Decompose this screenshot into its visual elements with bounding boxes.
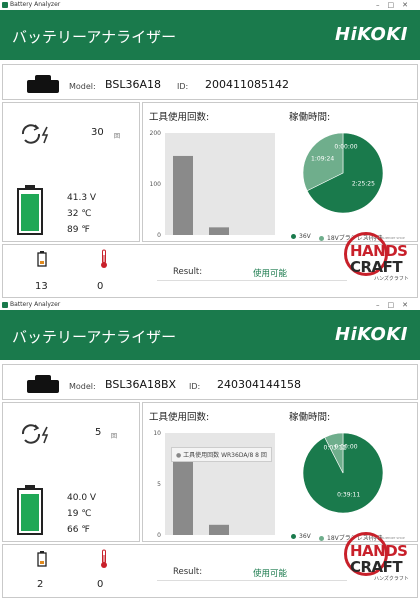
result-value: 使用可能	[253, 269, 288, 279]
pie-label-2: 0:00:00	[334, 143, 357, 150]
model-bar: Model: BSL36A18BX ID: 240304144158	[2, 364, 418, 400]
temp-celsius: 32 ℃	[67, 209, 92, 219]
cell-count: 2	[37, 579, 44, 590]
analyzer-window-2: Battery Analyzer –□✕ バッテリーアナライザー HiKOKI …	[0, 300, 420, 600]
app-title: バッテリーアナライザー	[12, 328, 177, 346]
charge-cycle-icon	[21, 124, 49, 144]
hikoki-logo: HiKOKI	[335, 324, 408, 345]
thermometer-icon	[101, 249, 107, 268]
cell-count: 13	[35, 281, 48, 292]
result-label: Result:	[173, 567, 203, 577]
runtime-chart-title: 稼働時間:	[289, 412, 331, 423]
runtime-pie-chart: 2:25:25 1:09:240:00:00	[302, 132, 384, 214]
battery-pack-icon	[27, 75, 59, 93]
watermark-tagline: TOTAL LIFE SUPPORT SHOP	[364, 536, 405, 540]
battery-stats-panel: 30 回 41.3 V 32 ℃ 89 ℉	[2, 102, 140, 242]
id-label: ID:	[177, 82, 189, 91]
usage-bar-36v[interactable]	[173, 155, 193, 235]
cycle-count: 30	[91, 127, 104, 138]
pie-label-0: 2:25:25	[352, 181, 375, 188]
voltage-value: 41.3 V	[67, 193, 97, 203]
battery-level-icon	[17, 485, 43, 535]
y-tick-label: 0	[157, 232, 161, 239]
charts-panel: 工具使用回数: 稼働時間: 0 5 10 ● 工具使用回数 WR36DA/8 8 回…	[142, 402, 418, 542]
y-tick-label: 5	[157, 481, 161, 488]
usage-bar-18v[interactable]	[209, 227, 229, 235]
hands-craft-watermark: TOTAL LIFE SUPPORT SHOP HANDS CRAFT ハンズク…	[344, 532, 416, 584]
result-label: Result:	[173, 267, 203, 277]
window-titlebar: Battery Analyzer –□✕	[0, 300, 420, 310]
watermark-kana: ハンズクラフト	[374, 276, 409, 282]
runtime-pie-chart: 0:39:110:03:120:00:00	[302, 432, 384, 514]
app-icon	[2, 302, 8, 308]
result-value: 使用可能	[253, 569, 288, 579]
voltage-value: 40.0 V	[67, 493, 97, 503]
legend-36v: 36V	[291, 533, 311, 540]
y-tick-label: 0	[157, 532, 161, 539]
result-divider	[157, 580, 347, 581]
model-label: Model:	[69, 382, 96, 391]
watermark-craft: CRAFT	[350, 558, 403, 576]
id-value: 200411085142	[205, 78, 289, 91]
thermometer-icon	[101, 549, 107, 568]
temp-fahrenheit: 66 ℉	[67, 525, 90, 535]
temp-warning-count: 0	[97, 579, 104, 590]
app-header: バッテリーアナライザー HiKOKI	[0, 310, 420, 360]
charge-cycle-icon	[21, 424, 49, 444]
analyzer-window-1: Battery Analyzer –□✕ バッテリーアナライザー HiKOKI …	[0, 0, 420, 300]
battery-pack-icon	[27, 375, 59, 393]
charts-panel: 工具使用回数: 稼働時間: 0 100 200 2:25:25 1:09:24 0:00…	[142, 102, 418, 242]
cycle-unit: 回	[114, 133, 121, 140]
window-title: Battery Analyzer	[10, 301, 61, 308]
hikoki-logo: HiKOKI	[335, 24, 408, 45]
window-titlebar: Battery Analyzer –□✕	[0, 0, 420, 10]
id-value: 240304144158	[217, 378, 301, 391]
temp-celsius: 19 ℃	[67, 509, 92, 519]
watermark-kana: ハンズクラフト	[374, 576, 409, 582]
legend-36v: 36V	[291, 233, 311, 240]
bar-tooltip: ● 工具使用回数 WR36DA/8 8 回	[171, 447, 272, 462]
pie-label-0: 0:39:11	[337, 491, 360, 498]
pie-label-1: 1:09:24	[311, 155, 334, 162]
watermark-tagline: TOTAL LIFE SUPPORT SHOP	[364, 236, 405, 240]
temp-fahrenheit: 89 ℉	[67, 225, 90, 235]
usage-bar-chart: 0 5 10	[153, 430, 229, 539]
usage-bar-chart: 0 100 200	[150, 130, 229, 239]
battery-level-icon	[17, 185, 43, 235]
battery-stats-panel: 5 回 40.0 V 19 ℃ 66 ℉	[2, 402, 140, 542]
y-tick-label: 100	[150, 181, 162, 188]
cycle-unit: 回	[111, 433, 118, 440]
model-bar: Model: BSL36A18 ID: 200411085142	[2, 64, 418, 100]
y-tick-label: 200	[150, 130, 162, 137]
app-icon	[2, 2, 8, 8]
id-label: ID:	[189, 382, 201, 391]
hands-craft-watermark: TOTAL LIFE SUPPORT SHOP HANDS CRAFT ハンズク…	[344, 232, 416, 284]
model-label: Model:	[69, 82, 96, 91]
usage-bar-36v[interactable]	[173, 453, 193, 535]
pie-label-2: 0:00:00	[334, 443, 357, 450]
result-divider	[157, 280, 347, 281]
usage-bar-18v[interactable]	[209, 524, 229, 535]
window-title: Battery Analyzer	[10, 1, 61, 8]
window-controls[interactable]: –□✕	[376, 0, 416, 10]
model-value: BSL36A18BX	[105, 378, 177, 391]
watermark-craft: CRAFT	[350, 258, 403, 276]
small-battery-icon	[37, 551, 47, 567]
app-title: バッテリーアナライザー	[12, 28, 177, 46]
temp-warning-count: 0	[97, 281, 104, 292]
runtime-chart-title: 稼働時間:	[289, 112, 331, 123]
y-tick-label: 10	[153, 430, 161, 437]
small-battery-icon	[37, 251, 47, 267]
app-header: バッテリーアナライザー HiKOKI	[0, 10, 420, 60]
cycle-count: 5	[95, 427, 102, 438]
model-value: BSL36A18	[105, 78, 161, 91]
window-controls[interactable]: –□✕	[376, 300, 416, 310]
